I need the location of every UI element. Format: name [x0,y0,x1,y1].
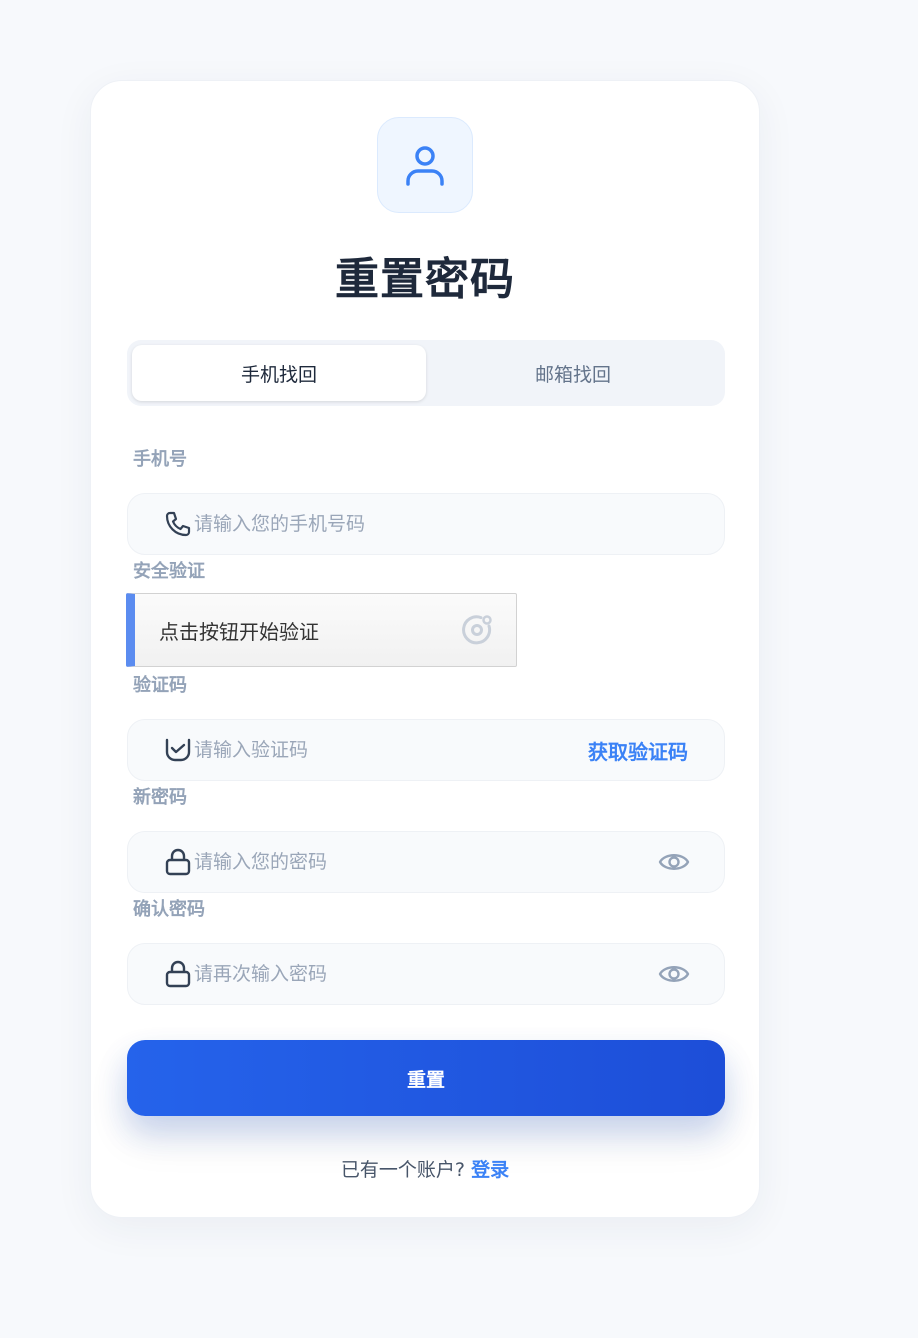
user-icon [406,146,444,186]
page-title: 重置密码 [335,254,515,305]
eye-icon[interactable] [658,849,690,875]
lock-icon [165,960,191,988]
confirm-password-input[interactable] [194,944,574,1004]
lock-icon [165,848,191,876]
captcha-icon [462,615,492,645]
avatar [377,117,473,213]
tab-email-recovery[interactable]: 邮箱找回 [426,345,720,401]
login-link[interactable]: 登录 [471,1159,509,1181]
confirm-password-field [127,943,725,1005]
phone-icon [165,511,191,537]
phone-input[interactable] [194,494,574,554]
get-code-button[interactable]: 获取验证码 [588,736,688,765]
login-prompt: 已有一个账户? 登录 [91,1155,759,1182]
security-label: 安全验证 [133,561,205,582]
confirm-password-label: 确认密码 [133,899,205,920]
new-password-label: 新密码 [133,787,187,808]
new-password-field [127,831,725,893]
captcha-verify-button[interactable]: 点击按钮开始验证 [126,593,517,667]
eye-icon[interactable] [658,961,690,987]
phone-label: 手机号 [133,449,187,470]
reset-password-card: 重置密码 手机找回 邮箱找回 手机号 安全验证 点击按钮开始验证 验证码 获取验… [90,80,760,1218]
captcha-verify-text: 点击按钮开始验证 [159,620,319,644]
tab-phone-recovery[interactable]: 手机找回 [132,345,426,401]
code-field: 获取验证码 [127,719,725,781]
phone-field [127,493,725,555]
recovery-method-tabs: 手机找回 邮箱找回 [127,340,725,406]
reset-button[interactable]: 重置 [127,1040,725,1116]
login-prompt-text: 已有一个账户? [340,1159,466,1181]
shield-check-icon [165,738,191,762]
code-input[interactable] [194,720,574,780]
new-password-input[interactable] [194,832,574,892]
code-label: 验证码 [133,675,187,696]
